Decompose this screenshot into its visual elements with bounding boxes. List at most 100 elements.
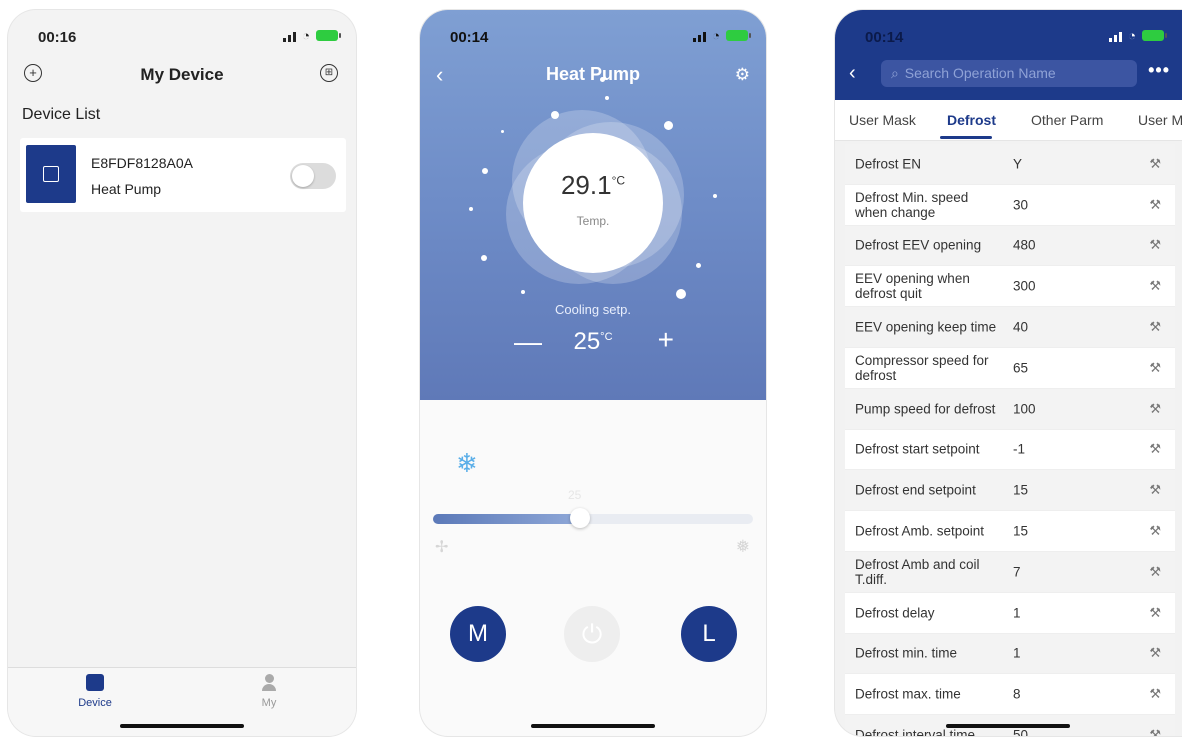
- parameter-name: Defrost max. time: [855, 686, 961, 702]
- parameter-name: EEV opening keep time: [855, 319, 997, 335]
- parameter-screen: 00:14 ◔ ‹ ⌕ Search Operation Name ••• Us…: [835, 10, 1182, 736]
- heat-pump-icon: [26, 145, 76, 203]
- tab-user-mask[interactable]: User Mask: [849, 112, 916, 128]
- parameter-name: Defrost interval time: [855, 727, 976, 736]
- slider-thumb[interactable]: [570, 508, 591, 528]
- tab-defrost[interactable]: Defrost: [947, 112, 996, 128]
- wrench-icon[interactable]: ⚒: [1149, 605, 1161, 621]
- slider-fill: [433, 514, 581, 524]
- signal-icon: [1109, 30, 1123, 42]
- status-icons: ◔: [1109, 28, 1167, 43]
- parameter-row[interactable]: Defrost Amb. setpoint 15 ⚒: [845, 511, 1175, 552]
- temperature-value: 29.1: [560, 170, 612, 200]
- home-indicator: [120, 724, 244, 728]
- search-icon: ⌕: [891, 65, 899, 81]
- tab-my[interactable]: My: [224, 674, 314, 709]
- wifi-icon: ◔: [712, 28, 720, 43]
- battery-icon: [316, 30, 341, 41]
- status-icons: ◔: [283, 28, 341, 43]
- mode-m-button[interactable]: M: [450, 606, 506, 662]
- slider-value: 25: [568, 488, 582, 502]
- snow-dot: [481, 255, 487, 261]
- tab-bar: Device My: [8, 667, 356, 736]
- tab-other-parm[interactable]: Other Parm: [1031, 112, 1103, 128]
- wrench-icon[interactable]: ⚒: [1149, 523, 1161, 539]
- parameter-name: Compressor speed for defrost: [855, 352, 989, 383]
- tab-device[interactable]: Device: [50, 674, 140, 709]
- parameter-row[interactable]: Defrost delay 1 ⚒: [845, 592, 1175, 634]
- status-bar: 00:14 ◔: [835, 10, 1182, 50]
- tab-user-m[interactable]: User M: [1138, 112, 1182, 128]
- fan-icon: ✢: [435, 539, 449, 556]
- parameter-value: 7: [1013, 564, 1021, 580]
- scan-icon[interactable]: ⊞: [320, 64, 338, 82]
- wifi-icon: ◔: [1128, 28, 1136, 43]
- wrench-icon[interactable]: ⚒: [1149, 441, 1161, 457]
- page-title: Heat Pump: [545, 64, 641, 84]
- power-button[interactable]: ⏻: [564, 606, 620, 662]
- status-time: 00:14: [450, 29, 489, 46]
- back-icon[interactable]: ‹: [849, 62, 856, 85]
- device-card[interactable]: E8FDF8128A0A Heat Pump: [20, 138, 346, 212]
- setpoint-unit: °C: [600, 331, 613, 343]
- snow-dot: [664, 121, 673, 130]
- parameter-row[interactable]: Defrost min. time 1 ⚒: [845, 633, 1175, 675]
- snow-dot: [501, 130, 504, 133]
- parameter-value: 1: [1013, 645, 1021, 661]
- parameter-row[interactable]: Pump speed for defrost 100 ⚒: [845, 388, 1175, 430]
- snow-dot: [551, 111, 559, 119]
- nav-bar: 00:14 ◔ ‹ ⌕ Search Operation Name •••: [835, 10, 1182, 100]
- gear-icon[interactable]: ⚙: [735, 65, 750, 85]
- parameter-name: Defrost EN: [855, 156, 922, 172]
- device-power-toggle[interactable]: [290, 163, 336, 189]
- wrench-icon[interactable]: ⚒: [1149, 156, 1161, 172]
- search-placeholder: Search Operation Name: [904, 65, 1056, 81]
- battery-icon: [726, 30, 751, 41]
- wrench-icon[interactable]: ⚒: [1149, 645, 1161, 661]
- parameter-row[interactable]: Compressor speed for defrost 65 ⚒: [845, 347, 1175, 389]
- parameter-value: Y: [1013, 156, 1023, 172]
- parameter-row[interactable]: Defrost Amb and coil T.diff. 7 ⚒: [845, 551, 1175, 593]
- wrench-icon[interactable]: ⚒: [1149, 482, 1161, 498]
- more-icon[interactable]: •••: [1148, 60, 1170, 81]
- snow-dot: [600, 77, 605, 82]
- mode-l-button[interactable]: L: [681, 606, 737, 662]
- parameter-row[interactable]: Defrost EN Y ⚒: [845, 144, 1175, 185]
- signal-icon: [283, 30, 297, 42]
- parameter-row[interactable]: Defrost max. time 8 ⚒: [845, 674, 1175, 716]
- setpoint-value: 25: [573, 328, 601, 355]
- parameter-value: 8: [1013, 686, 1021, 702]
- snow-dot: [469, 207, 473, 211]
- increase-setpoint-button[interactable]: +: [658, 324, 674, 356]
- tab-strip: User Mask Defrost Other Parm User M: [835, 100, 1182, 141]
- parameter-name: Defrost end setpoint: [855, 482, 976, 498]
- parameter-value: 1: [1013, 605, 1021, 621]
- wrench-icon[interactable]: ⚒: [1149, 360, 1161, 376]
- wrench-icon[interactable]: ⚒: [1149, 401, 1161, 417]
- home-indicator: [531, 724, 655, 728]
- wrench-icon[interactable]: ⚒: [1149, 686, 1161, 702]
- parameter-row[interactable]: Defrost start setpoint -1 ⚒: [845, 429, 1175, 471]
- search-input[interactable]: ⌕ Search Operation Name: [881, 60, 1137, 87]
- wrench-icon[interactable]: ⚒: [1149, 319, 1161, 335]
- wrench-icon[interactable]: ⚒: [1149, 197, 1161, 213]
- parameter-value: 65: [1013, 360, 1029, 376]
- home-indicator: [946, 724, 1070, 728]
- tab-device-label: Device: [78, 697, 112, 709]
- fan-speed-slider[interactable]: [433, 514, 753, 524]
- parameter-row[interactable]: EEV opening keep time 40 ⚒: [845, 307, 1175, 348]
- parameter-row[interactable]: EEV opening when defrost quit 300 ⚒: [845, 266, 1175, 308]
- device-type: Heat Pump: [91, 181, 162, 197]
- wrench-icon[interactable]: ⚒: [1149, 237, 1161, 253]
- wrench-icon[interactable]: ⚒: [1149, 564, 1161, 580]
- parameter-value: -1: [1013, 441, 1026, 457]
- wrench-icon[interactable]: ⚒: [1149, 727, 1161, 736]
- status-time: 00:16: [38, 29, 77, 46]
- status-bar: 00:14 ◔: [420, 10, 766, 50]
- snow-dot: [521, 290, 525, 294]
- wrench-icon[interactable]: ⚒: [1149, 278, 1161, 294]
- power-icon: ⏻: [581, 619, 603, 649]
- parameter-row[interactable]: Defrost EEV opening 480 ⚒: [845, 225, 1175, 267]
- parameter-row[interactable]: Defrost end setpoint 15 ⚒: [845, 470, 1175, 512]
- parameter-row[interactable]: Defrost Min. speed when change 30 ⚒: [845, 184, 1175, 226]
